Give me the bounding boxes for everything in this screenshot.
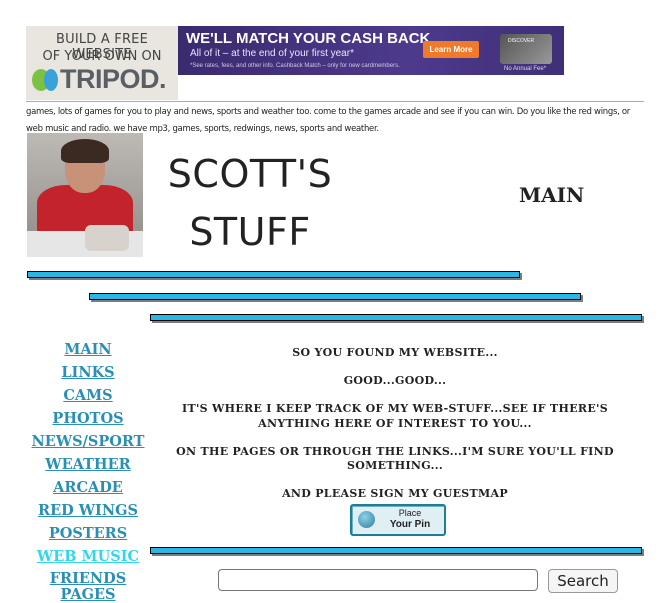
main-content: SO YOU FOUND MY WEBSITE... GOOD...GOOD..… bbox=[150, 346, 640, 515]
nav-link-posters[interactable]: POSTERS bbox=[26, 522, 150, 545]
nav-link-cams[interactable]: CAMS bbox=[26, 384, 150, 407]
credit-card-image: DISCOVER bbox=[500, 34, 552, 64]
content-paragraph-3: IT'S WHERE I KEEP TRACK OF MY WEB-STUFF.… bbox=[182, 402, 608, 430]
ad-divider bbox=[26, 101, 644, 102]
card-label: DISCOVER bbox=[508, 38, 535, 44]
place-pin-line1: Place bbox=[398, 508, 422, 518]
content-paragraph-2: GOOD...GOOD... bbox=[343, 374, 447, 387]
globe-icon bbox=[358, 511, 375, 528]
site-title-line1: SCOTT'S bbox=[167, 152, 333, 196]
nav-link-links[interactable]: LINKS bbox=[26, 361, 150, 384]
scott-photo bbox=[27, 133, 143, 257]
discover-ad-banner[interactable]: WE'LL MATCH YOUR CASH BACK All of it – a… bbox=[178, 26, 564, 75]
nav-link-main[interactable]: MAIN bbox=[26, 338, 150, 361]
nav-link-pages[interactable]: PAGES bbox=[26, 587, 150, 603]
content-paragraph-1: SO YOU FOUND MY WEBSITE... bbox=[292, 346, 498, 359]
discover-ad-subline: All of it – at the end of your first yea… bbox=[190, 48, 354, 59]
nav-link-photos[interactable]: PHOTOS bbox=[26, 407, 150, 430]
place-your-pin-button[interactable]: Place Your Pin bbox=[350, 504, 446, 536]
tripod-logo-text: TRIPOD. bbox=[60, 64, 167, 94]
content-paragraph-5: AND PLEASE SIGN MY GUESTMAP bbox=[282, 487, 508, 500]
nav-link-friends[interactable]: FRIENDS bbox=[26, 571, 150, 587]
no-annual-fee-text: No Annual Fee* bbox=[504, 66, 547, 72]
site-title: SCOTT'S STUFF bbox=[160, 145, 340, 261]
tripod-ad-line2: OF YOUR OWN ON bbox=[42, 49, 162, 64]
content-paragraph-4: ON THE PAGES OR THROUGH THE LINKS...I'M … bbox=[176, 444, 614, 473]
search-input[interactable] bbox=[218, 569, 538, 591]
photo-hair bbox=[61, 139, 109, 163]
nav-link-web-music[interactable]: WEB MUSIC bbox=[26, 545, 150, 568]
divider-bar-1 bbox=[27, 271, 520, 278]
divider-bar-4 bbox=[150, 547, 642, 554]
site-title-line2: STUFF bbox=[189, 210, 311, 254]
place-pin-line2: Your Pin bbox=[389, 519, 431, 530]
page-label: MAIN bbox=[519, 183, 585, 207]
sidebar-nav: MAIN LINKS CAMS PHOTOS NEWS/SPORT WEATHE… bbox=[26, 338, 150, 603]
nav-link-arcade[interactable]: ARCADE bbox=[26, 476, 150, 499]
divider-bar-2 bbox=[89, 293, 581, 300]
search-button[interactable]: Search bbox=[548, 569, 618, 593]
nav-link-news-sport[interactable]: NEWS/SPORT bbox=[26, 430, 150, 453]
tripod-ad-banner[interactable]: BUILD A FREE WEBSITE OF YOUR OWN ON TRIP… bbox=[26, 26, 178, 100]
tripod-logo-mark-blue bbox=[44, 69, 58, 91]
photo-gift bbox=[85, 225, 129, 251]
learn-more-button[interactable]: Learn More bbox=[423, 41, 479, 58]
divider-bar-3 bbox=[150, 314, 642, 321]
tripod-logo: TRIPOD. bbox=[32, 64, 177, 95]
discover-ad-headline: WE'LL MATCH YOUR CASH BACK bbox=[186, 30, 431, 47]
nav-link-red-wings[interactable]: RED WINGS bbox=[26, 499, 150, 522]
nav-link-weather[interactable]: WEATHER bbox=[26, 453, 150, 476]
discover-ad-fine-print: *See rates, fees, and other info. Cashba… bbox=[190, 63, 400, 69]
